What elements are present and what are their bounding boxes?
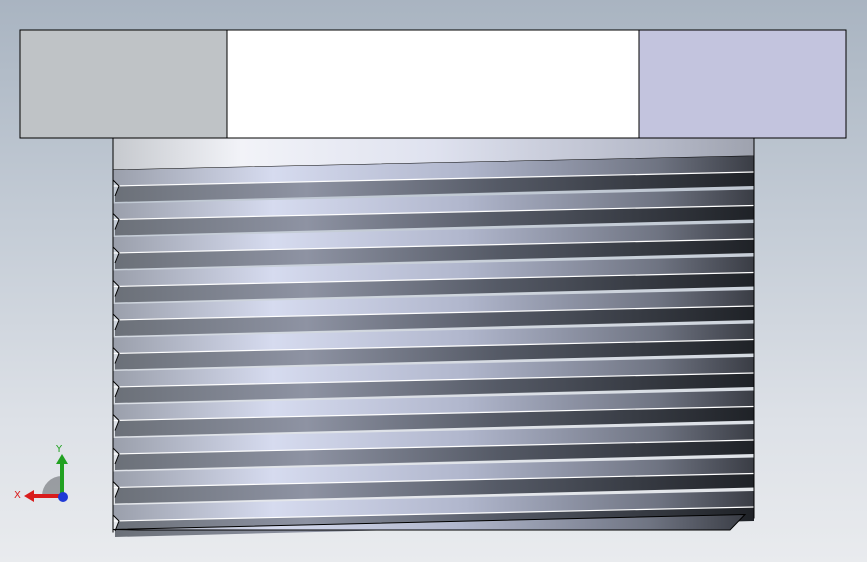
z-axis-icon [58, 492, 68, 502]
x-axis-label: X [14, 490, 21, 501]
y-axis-label: Y [55, 444, 63, 455]
triad-plane-icon [42, 476, 62, 496]
x-arrow-icon [24, 490, 34, 502]
hex-head[interactable] [19, 29, 847, 139]
model-view[interactable] [0, 0, 867, 562]
hex-face-left[interactable] [19, 29, 228, 139]
thread-section[interactable] [112, 156, 755, 537]
hex-face-right[interactable] [638, 29, 847, 139]
y-arrow-icon [56, 454, 68, 464]
axis-triad: Y X [14, 444, 68, 502]
hex-face-center[interactable] [226, 29, 640, 139]
graphics-viewport[interactable]: Y X [0, 0, 867, 562]
